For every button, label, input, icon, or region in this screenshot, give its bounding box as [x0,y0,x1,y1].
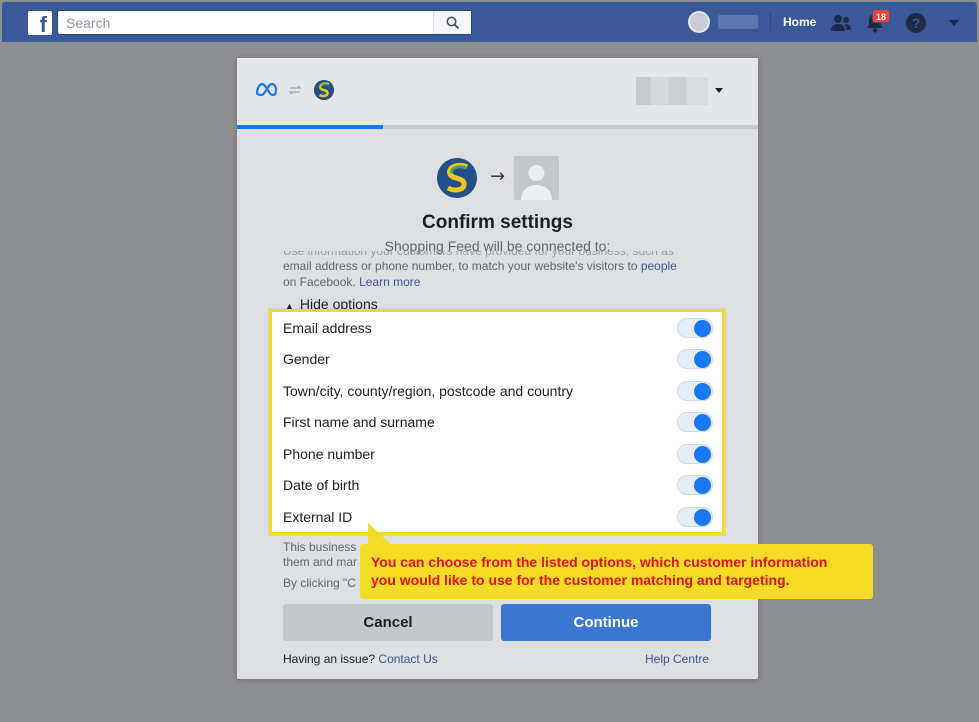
progress-fill [237,125,383,129]
toggle-knob [694,383,711,400]
customer-info-options-panel: Email address Gender Town/city, county/r… [269,309,725,535]
nav-divider [770,13,771,31]
notification-badge: 18 [872,9,890,23]
friends-icon[interactable] [830,12,852,34]
home-link[interactable]: Home [783,15,816,29]
contact-us-link[interactable]: Contact Us [378,652,437,666]
annotation-callout: You can choose from the listed options, … [360,544,873,599]
toggle-knob [694,509,711,526]
description-line: email address or phone number, to match … [283,259,638,273]
facebook-top-bar: f Home 18 ? [2,2,977,42]
issue-label: Having an issue? [283,652,376,666]
option-label: External ID [283,509,353,525]
people-link[interactable]: people [641,259,677,273]
shopping-feed-logo-icon [437,158,477,198]
progress-bar [237,125,758,129]
svg-text:?: ? [912,15,921,31]
user-placeholder-icon [514,156,559,200]
account-switch-caret-icon[interactable] [715,88,723,93]
option-label: Town/city, county/region, postcode and c… [283,383,574,399]
cancel-button[interactable]: Cancel [283,604,493,641]
description-line-2: on Facebook. [283,275,356,289]
shopping-feed-logo-icon [314,80,334,100]
arrow-right-icon: → [490,166,506,187]
option-email-address: Email address [283,316,713,340]
dialog-title: Confirm settings [422,212,573,233]
help-centre-link[interactable]: Help Centre [645,652,709,666]
option-first-name-surname: First name and surname [283,410,713,434]
account-menu-chevron-icon[interactable] [943,12,965,34]
toggle-knob [694,320,711,337]
email-address-toggle[interactable] [677,318,713,338]
continue-button[interactable]: Continue [501,604,711,641]
gender-toggle[interactable] [677,349,713,369]
option-location: Town/city, county/region, postcode and c… [283,379,713,403]
option-phone-number: Phone number [283,442,713,466]
search-input[interactable] [58,11,428,34]
issue-text: Having an issue? Contact Us [283,652,438,666]
matching-description: Use information your customers have prov… [283,251,713,290]
callout-pointer [368,523,392,545]
callout-line-2: you would like to use for the customer m… [371,572,790,588]
learn-more-link[interactable]: Learn more [359,275,420,289]
toggle-knob [694,446,711,463]
toggle-knob [694,414,711,431]
option-external-id: External ID [283,505,713,529]
location-toggle[interactable] [677,381,713,401]
dialog-header [237,58,758,128]
option-date-of-birth: Date of birth [283,473,713,497]
help-icon[interactable]: ? [905,12,927,34]
terms-text: By clicking "C [283,576,356,590]
facebook-logo-icon[interactable]: f [28,11,52,35]
search-box [57,10,472,35]
date-of-birth-toggle[interactable] [677,475,713,495]
option-gender: Gender [283,347,713,371]
profile-name-redacted[interactable] [718,15,758,29]
option-label: Email address [283,320,372,336]
option-label: Phone number [283,446,375,462]
name-toggle[interactable] [677,412,713,432]
callout-line-1: You can choose from the listed options, … [371,554,828,570]
search-icon [446,16,459,29]
avatar[interactable] [688,11,710,33]
account-name-redacted[interactable] [636,77,708,105]
option-label: Date of birth [283,477,360,493]
option-label: Gender [283,351,330,367]
toggle-knob [694,351,711,368]
search-button[interactable] [433,11,471,34]
connection-flow: → [437,156,562,202]
disclosure-line-2: them and mar [283,555,358,569]
meta-logo-icon [255,82,277,96]
phone-number-toggle[interactable] [677,444,713,464]
external-id-toggle[interactable] [677,507,713,527]
disclosure-line-1: This business [283,540,357,554]
connect-arrows-icon [288,85,302,95]
nav-profile-area[interactable]: Home [688,2,816,42]
toggle-knob [694,477,711,494]
option-label: First name and surname [283,414,435,430]
business-disclosure-text: This business them and mar [283,540,363,570]
description-line-cut: Use information your customers have prov… [283,251,674,258]
